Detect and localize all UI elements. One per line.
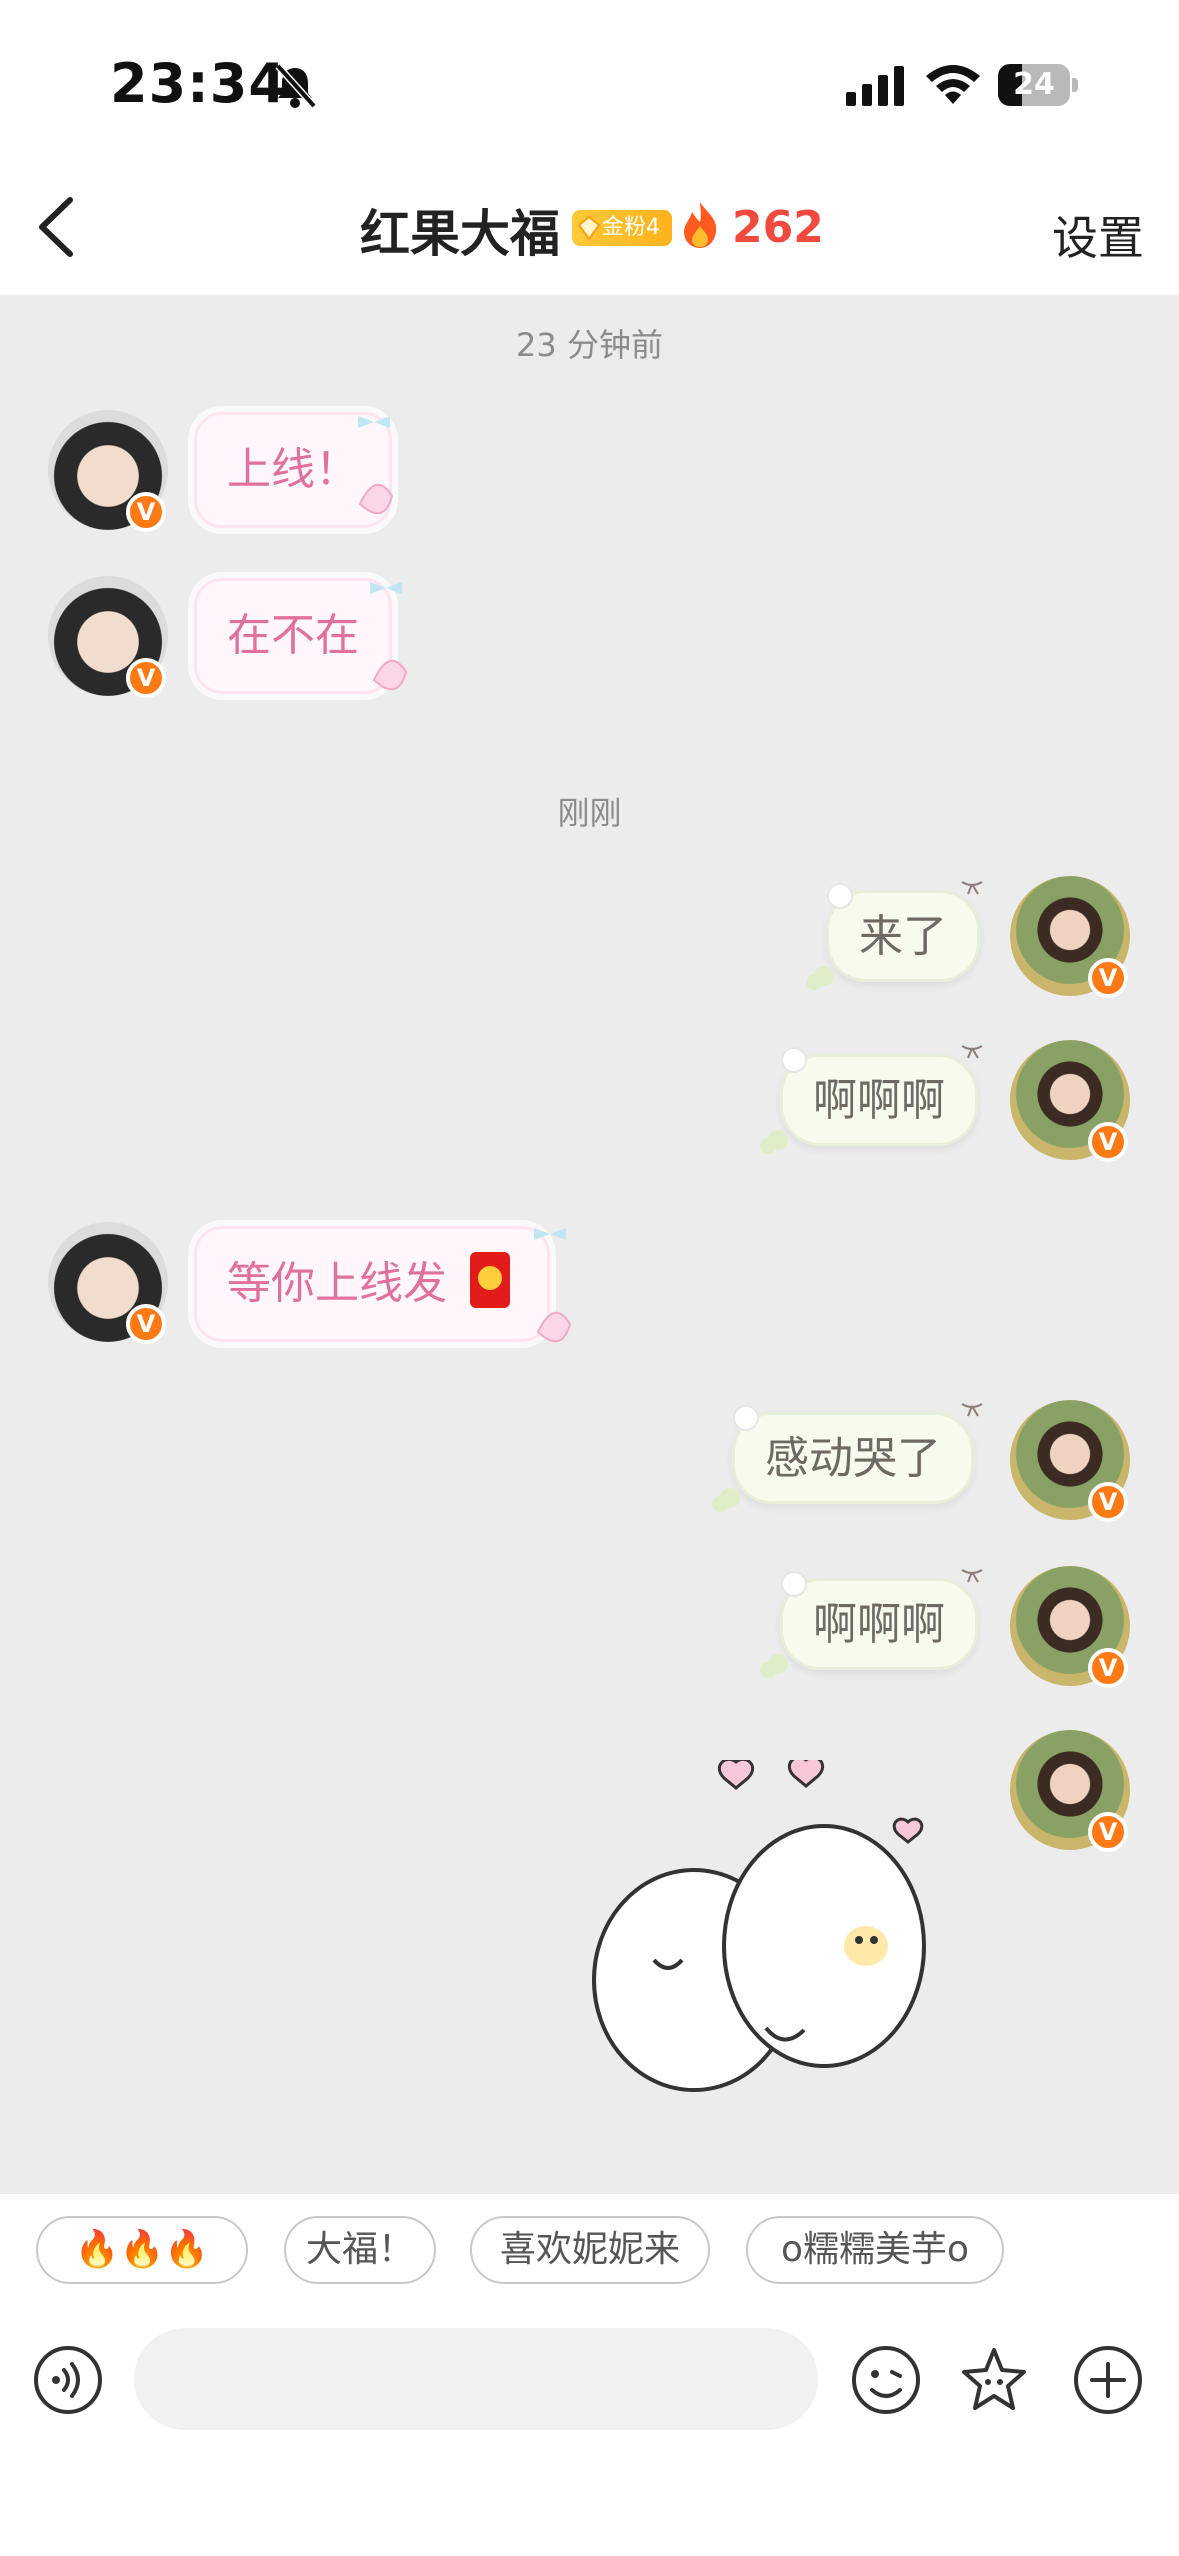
bunny-decoration-icon [760,1045,983,1154]
bunny-decoration-icon [760,1569,983,1678]
verified-badge: V [1088,1812,1128,1852]
quick-reply-chip[interactable]: 大福！ [284,2216,436,2284]
diamond-icon [578,216,600,240]
verified-badge: V [126,1304,166,1344]
verified-badge: V [126,658,166,698]
bow-decoration-icon [370,582,408,691]
battery-level: 24 [1013,67,1055,102]
back-arrow-icon[interactable] [28,192,88,262]
signal-icon [846,66,904,106]
bell-mute-icon [275,63,317,109]
quick-reply-chip[interactable]: o糯糯美芋o [746,2216,1004,2284]
message-input[interactable] [134,2328,818,2430]
verified-badge: V [1088,1648,1128,1688]
timestamp: 23 分钟前 [516,326,663,364]
fire-icon [684,202,717,248]
verified-badge: V [1088,1482,1128,1522]
fire-count: 262 [732,202,824,253]
verified-badge: V [1088,958,1128,998]
status-time: 23:34 [110,52,287,115]
bunny-decoration-icon [806,881,983,990]
emoji-icon[interactable] [850,2344,922,2416]
wifi-icon [926,65,980,104]
voice-icon[interactable] [32,2344,104,2416]
quick-reply-chip[interactable]: 🔥🔥🔥 [36,2216,248,2284]
plus-icon[interactable] [1072,2344,1144,2416]
timestamp: 刚刚 [557,794,622,832]
verified-badge: V [126,492,166,532]
verified-badge: V [1088,1122,1128,1162]
star-sticker-icon[interactable] [958,2344,1030,2416]
hugging-bunnies-sticker[interactable] [584,1760,964,2132]
settings-button[interactable]: 设置 [1052,202,1144,268]
red-packet-icon [470,1252,510,1308]
chat-title[interactable]: 红果大福 [360,194,560,266]
bunny-decoration-icon [712,1403,983,1512]
quick-reply-chip[interactable]: 喜欢妮妮来 [470,2216,710,2284]
battery-indicator: 24 [998,64,1078,106]
bow-decoration-icon [358,416,394,515]
bow-decoration-icon [534,1228,572,1343]
